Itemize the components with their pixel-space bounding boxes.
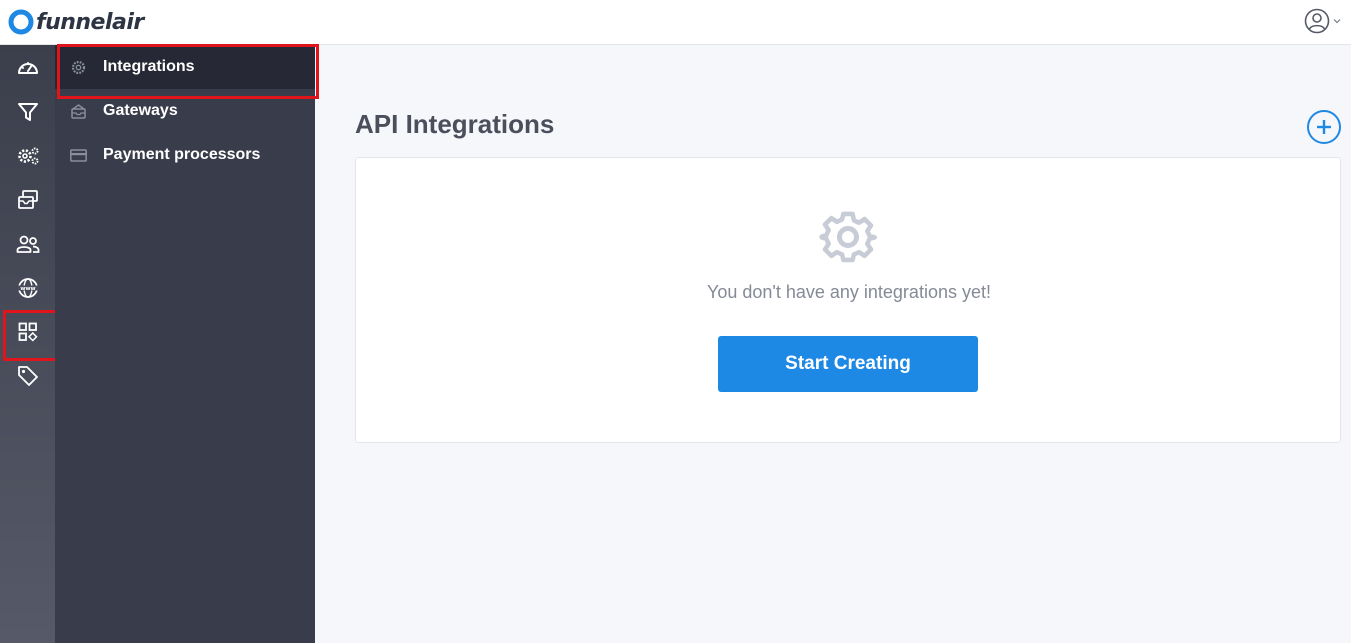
page-title: API Integrations xyxy=(355,109,555,139)
settings-gears-icon xyxy=(17,147,38,165)
subnav-item-payment-processors[interactable]: Payment processors xyxy=(55,133,315,177)
brand-name: funnelair xyxy=(36,9,144,35)
rail-item-dashboard[interactable] xyxy=(0,46,55,90)
subnav-item-label: Integrations xyxy=(103,58,195,75)
empty-state-message: You don't have any integrations yet! xyxy=(707,282,991,302)
logo-mark-icon xyxy=(8,9,34,35)
brand-logo[interactable]: funnelair xyxy=(8,7,144,37)
start-creating-button[interactable]: Start Creating xyxy=(718,336,978,392)
settings-subnav: Integrations Gateways Payment processors xyxy=(55,44,319,643)
empty-state-card: You don't have any integrations yet! Sta… xyxy=(355,157,1341,443)
subnav-item-label: Payment processors xyxy=(103,146,261,163)
rail-item-integrations[interactable] xyxy=(0,310,58,361)
gear-icon xyxy=(819,211,877,263)
gear-icon xyxy=(71,60,86,75)
funnel-icon xyxy=(17,103,38,121)
user-menu[interactable] xyxy=(1304,8,1341,34)
user-circle-icon xyxy=(1304,8,1330,34)
plus-circle-icon xyxy=(1317,120,1331,134)
tag-icon xyxy=(17,366,38,386)
rail-item-funnels[interactable] xyxy=(0,90,55,134)
apps-grid-icon xyxy=(18,322,38,342)
chevron-down-icon xyxy=(1333,19,1341,24)
svg-text:www: www xyxy=(20,286,35,292)
subnav-item-label: Gateways xyxy=(103,102,178,119)
subnav-item-gateways[interactable]: Gateways xyxy=(55,89,315,133)
rail-item-contacts[interactable] xyxy=(0,222,55,266)
dashboard-gauge-icon xyxy=(17,62,38,74)
icon-rail: www xyxy=(0,45,58,643)
rail-item-domains[interactable]: www xyxy=(0,266,55,310)
mailbox-icon xyxy=(71,104,86,119)
rail-item-settings[interactable] xyxy=(0,134,55,178)
top-bar: funnelair xyxy=(0,0,1351,45)
credit-card-icon xyxy=(70,149,87,162)
subnav-item-integrations[interactable]: Integrations xyxy=(55,44,319,99)
add-integration-button[interactable] xyxy=(1307,110,1341,144)
main-content: API Integrations You don't have any inte… xyxy=(315,45,1351,643)
mail-inbox-icon xyxy=(17,190,38,209)
rail-item-mail[interactable] xyxy=(0,178,55,222)
globe-www-icon: www xyxy=(17,278,38,298)
rail-item-tags[interactable] xyxy=(0,354,55,398)
users-icon xyxy=(16,235,39,253)
